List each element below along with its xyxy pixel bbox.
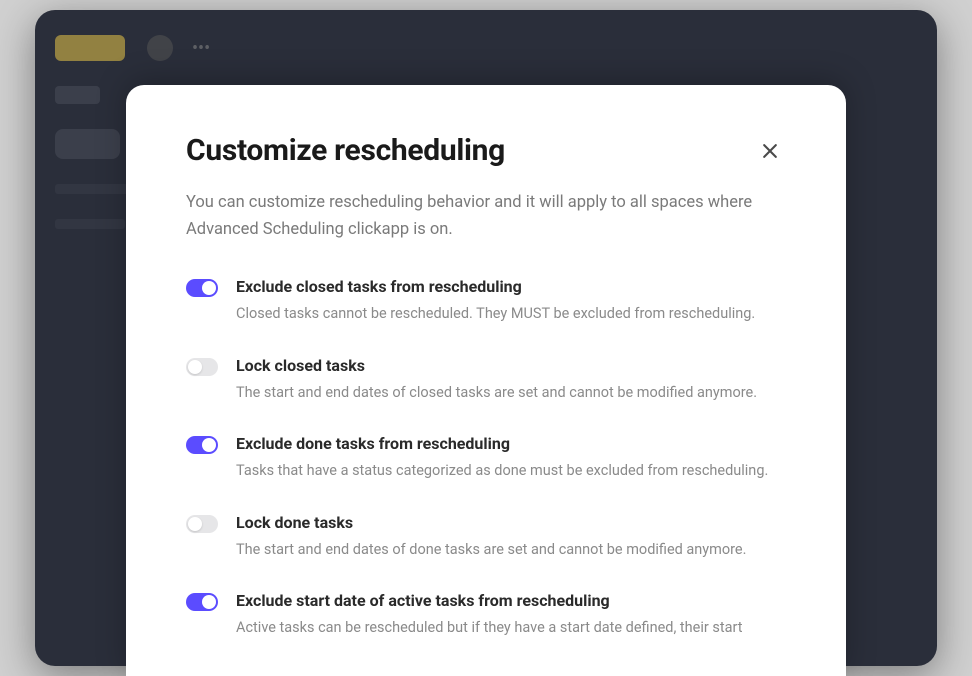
option-lock-closed: Lock closed tasks The start and end date… <box>186 356 786 404</box>
modal-title: Customize rescheduling <box>186 133 505 168</box>
toggle-exclude-start-active[interactable] <box>186 593 218 611</box>
option-lock-done: Lock done tasks The start and end dates … <box>186 513 786 561</box>
option-title: Lock closed tasks <box>236 356 786 375</box>
toggle-exclude-closed[interactable] <box>186 279 218 297</box>
avatar-placeholder <box>147 35 173 61</box>
option-title: Exclude done tasks from rescheduling <box>236 434 786 453</box>
toggle-lock-closed[interactable] <box>186 358 218 376</box>
rescheduling-modal: Customize rescheduling You can customize… <box>126 85 846 676</box>
toggle-lock-done[interactable] <box>186 515 218 533</box>
option-description: Tasks that have a status categorized as … <box>236 460 786 482</box>
option-text: Exclude closed tasks from rescheduling C… <box>236 277 786 325</box>
option-title: Exclude closed tasks from rescheduling <box>236 277 786 296</box>
modal-description: You can customize rescheduling behavior … <box>186 190 786 243</box>
close-icon <box>760 141 780 161</box>
option-title: Exclude start date of active tasks from … <box>236 591 786 610</box>
option-description: Active tasks can be rescheduled but if t… <box>236 617 786 639</box>
option-title: Lock done tasks <box>236 513 786 532</box>
option-text: Lock closed tasks The start and end date… <box>236 356 786 404</box>
option-description: The start and end dates of closed tasks … <box>236 382 786 404</box>
option-exclude-done: Exclude done tasks from rescheduling Tas… <box>186 434 786 482</box>
option-text: Lock done tasks The start and end dates … <box>236 513 786 561</box>
modal-header: Customize rescheduling <box>186 133 786 168</box>
ellipsis-icon: ••• <box>192 38 210 59</box>
toggle-exclude-done[interactable] <box>186 436 218 454</box>
option-description: Closed tasks cannot be rescheduled. They… <box>236 303 786 325</box>
option-exclude-start-active: Exclude start date of active tasks from … <box>186 591 786 639</box>
option-exclude-closed: Exclude closed tasks from rescheduling C… <box>186 277 786 325</box>
option-text: Exclude done tasks from rescheduling Tas… <box>236 434 786 482</box>
highlight-pill <box>55 35 125 61</box>
close-button[interactable] <box>754 135 786 167</box>
option-description: The start and end dates of done tasks ar… <box>236 539 786 561</box>
option-text: Exclude start date of active tasks from … <box>236 591 786 639</box>
